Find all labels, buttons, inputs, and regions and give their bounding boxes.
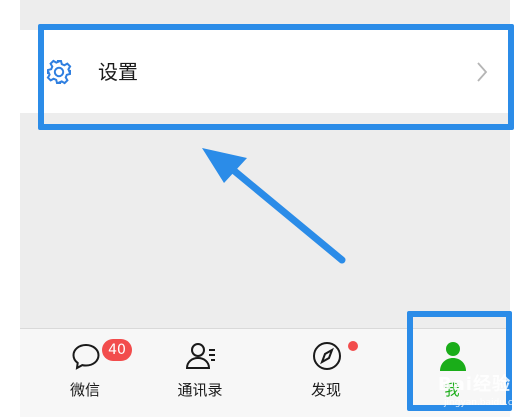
tab-discover-label: 发现 <box>310 381 341 399</box>
watermark-logo: Bai经验 <box>438 374 512 395</box>
tab-contacts-label: 通讯录 <box>177 381 223 399</box>
annotation-box-me-tab <box>407 311 512 411</box>
unread-badge: 40 <box>102 339 132 361</box>
tab-wechat[interactable]: 40 微信 <box>25 329 145 417</box>
watermark-url: jingyan.baidu.com <box>444 398 528 408</box>
contacts-icon <box>185 343 215 369</box>
empty-content-area <box>20 113 510 328</box>
annotation-box-settings <box>38 24 514 130</box>
new-dot-badge <box>348 341 358 351</box>
compass-icon <box>313 342 341 370</box>
tab-wechat-label: 微信 <box>69 381 100 399</box>
tab-contacts[interactable]: 通讯录 <box>140 329 260 417</box>
chat-bubble-icon <box>72 343 100 370</box>
tab-discover[interactable]: 发现 <box>266 329 386 417</box>
